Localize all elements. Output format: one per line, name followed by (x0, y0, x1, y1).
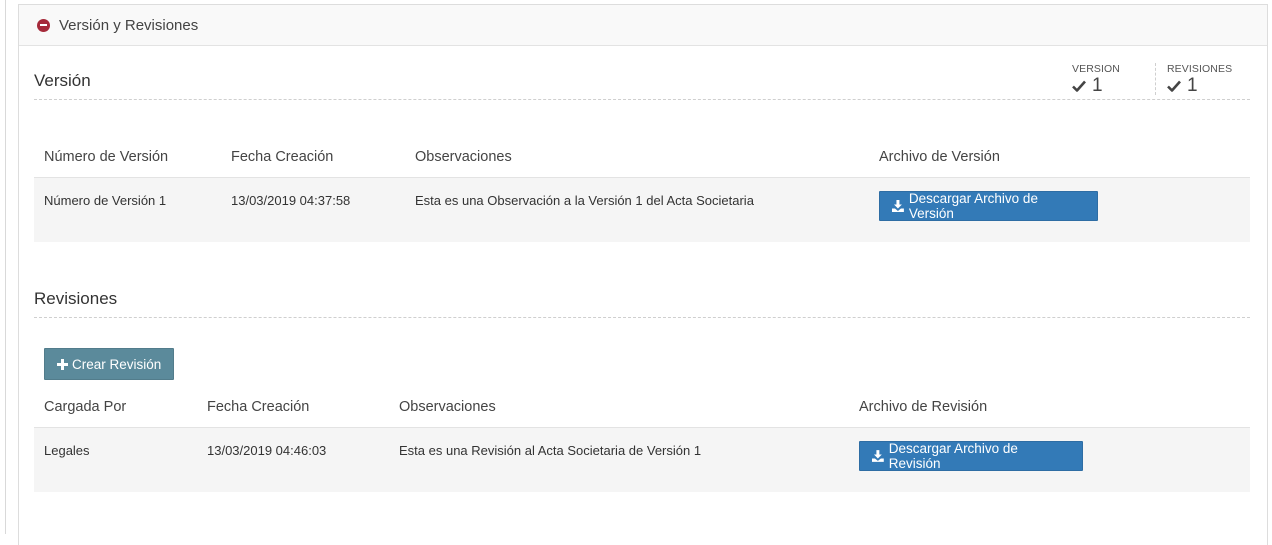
stat-revisiones-value: 1 (1187, 75, 1198, 96)
minus-circle-icon[interactable] (37, 18, 50, 32)
stat-separator (1155, 63, 1156, 95)
cell-cargada-por: Legales (44, 443, 90, 458)
header-archivo-version: Archivo de Versión (879, 149, 1000, 165)
stat-revisiones: REVISIONES 1 (1167, 63, 1247, 97)
header-observaciones: Observaciones (415, 149, 512, 165)
download-version-label: Descargar Archivo de Versión (908, 191, 1038, 221)
download-icon (872, 450, 884, 462)
header-archivo-revision: Archivo de Revisión (859, 399, 988, 415)
version-revisions-panel: Versión y Revisiones Versión VERSION 1 R… (18, 4, 1268, 545)
cell-observaciones: Esta es una Observación a la Versión 1 d… (415, 193, 754, 208)
stat-revisiones-label: REVISIONES (1167, 63, 1233, 75)
table-row: Legales 13/03/2019 04:46:03 Esta es una … (34, 428, 1250, 492)
download-version-button[interactable]: Descargar Archivo de Versión (879, 191, 1098, 221)
create-revision-label: Crear Revisión (72, 356, 162, 372)
revisions-section-title: Revisiones (34, 289, 118, 308)
stat-version-label: VERSION (1072, 63, 1120, 75)
cell-fecha-creacion: 13/03/2019 04:37:58 (231, 193, 351, 208)
header-fecha-creacion: Fecha Creación (231, 149, 334, 165)
version-table-header: Número de Versión Fecha Creación Observa… (34, 139, 1250, 178)
download-revision-label: Descargar Archivo de Revisión (888, 441, 1018, 471)
download-icon (892, 200, 904, 212)
download-revision-button[interactable]: Descargar Archivo de Revisión (859, 441, 1083, 471)
version-section-title: Versión (34, 71, 91, 90)
stat-version-value-wrap: 1 (1072, 75, 1152, 97)
check-icon (1072, 80, 1086, 92)
cell-fecha-creacion: 13/03/2019 04:46:03 (207, 443, 327, 458)
revisions-table: Cargada Por Fecha Creación Observaciones… (34, 389, 1250, 492)
cell-numero-version: Número de Versión 1 (44, 193, 167, 208)
cell-observaciones: Esta es una Revisión al Acta Societaria … (399, 443, 702, 458)
create-revision-button[interactable]: Crear Revisión (44, 348, 175, 380)
version-table: Número de Versión Fecha Creación Observa… (34, 139, 1250, 242)
revisions-table-header: Cargada Por Fecha Creación Observaciones… (34, 389, 1250, 428)
revisions-divider (34, 317, 1250, 318)
header-observaciones: Observaciones (399, 399, 496, 415)
header-numero-version: Número de Versión (44, 149, 169, 165)
page-left-border (5, 0, 6, 534)
stat-revisiones-value-wrap: 1 (1167, 75, 1247, 97)
plus-icon (57, 358, 68, 370)
header-cargada-por: Cargada Por (44, 399, 127, 415)
header-fecha-creacion: Fecha Creación (207, 399, 310, 415)
stat-version-value: 1 (1092, 75, 1103, 96)
stat-version: VERSION 1 (1072, 63, 1152, 97)
panel-title: Versión y Revisiones (59, 16, 199, 34)
table-row: Número de Versión 1 13/03/2019 04:37:58 … (34, 178, 1250, 242)
check-icon (1167, 80, 1181, 92)
version-divider (34, 99, 1250, 100)
panel-heading[interactable]: Versión y Revisiones (19, 5, 1267, 46)
